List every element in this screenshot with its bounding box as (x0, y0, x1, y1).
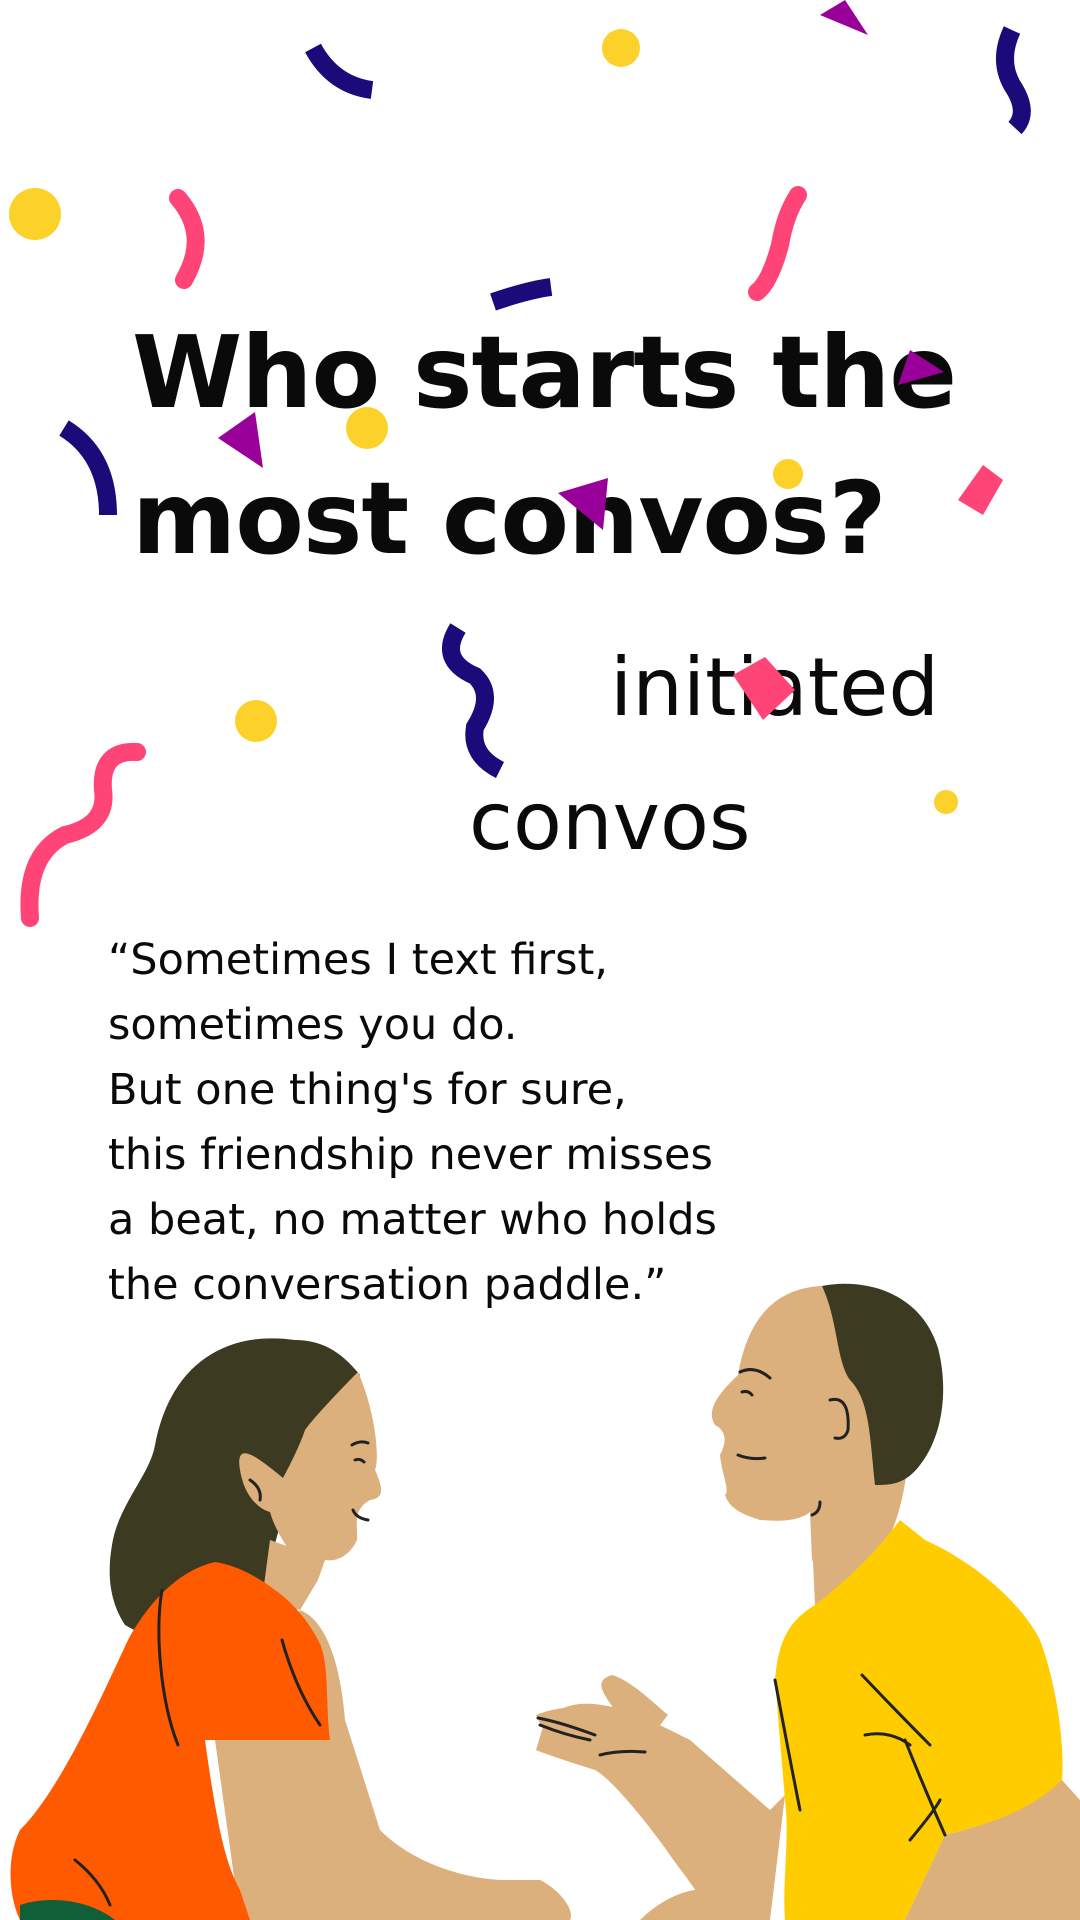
friends-illustration (10, 1283, 1080, 1920)
man-figure (536, 1283, 1080, 1920)
woman-figure (10, 1338, 571, 1920)
